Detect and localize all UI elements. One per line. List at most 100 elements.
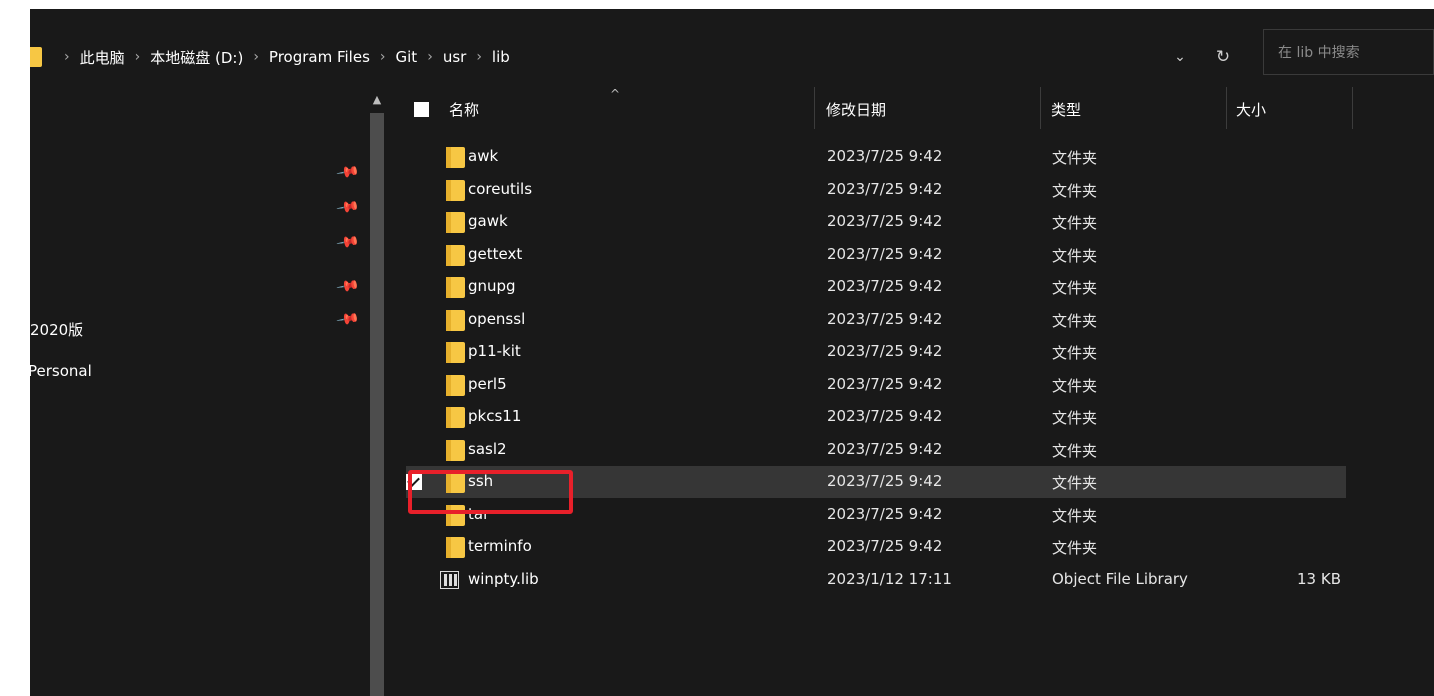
folder-icon	[446, 277, 465, 298]
chevron-down-icon[interactable]: ⌄	[1170, 49, 1190, 65]
file-date: 2023/7/25 9:42	[827, 374, 943, 393]
file-name: perl5	[468, 374, 507, 393]
file-row[interactable]: pkcs11 2023/7/25 9:42 文件夹	[406, 401, 1346, 433]
select-all-checkbox[interactable]	[414, 102, 429, 117]
breadcrumb-item[interactable]: Program Files	[269, 48, 370, 66]
pin-icon[interactable]: 📌	[336, 159, 362, 184]
column-divider[interactable]	[1226, 87, 1227, 129]
file-name: openssl	[468, 309, 526, 328]
file-date: 2023/7/25 9:42	[827, 472, 943, 490]
file-date: 2023/7/25 9:42	[827, 244, 943, 263]
red-annotation-box	[408, 470, 573, 514]
row-checkbox[interactable]	[406, 572, 422, 588]
nav-item[interactable]: 2020版	[30, 319, 83, 340]
file-name: gnupg	[468, 277, 516, 295]
file-name: winpty.lib	[468, 569, 539, 588]
pin-icon[interactable]: 📌	[336, 306, 362, 331]
file-type: 文件夹	[1052, 214, 1098, 232]
folder-icon	[446, 537, 465, 558]
file-name: p11-kit	[468, 342, 521, 360]
file-date: 2023/7/25 9:42	[827, 407, 943, 425]
file-explorer-window: › 此电脑 › 本地磁盘 (D:) › Program Files › Git …	[28, 9, 1434, 696]
address-bar[interactable]: › 此电脑 › 本地磁盘 (D:) › Program Files › Git …	[30, 9, 1434, 87]
file-type: 文件夹	[1052, 441, 1098, 460]
chevron-right-icon[interactable]: ›	[427, 49, 433, 65]
breadcrumb-item[interactable]: 此电脑	[80, 47, 125, 68]
file-row[interactable]: gnupg 2023/7/25 9:42 文件夹	[406, 271, 1346, 303]
chevron-right-icon[interactable]: ›	[64, 49, 70, 65]
folder-icon	[446, 309, 465, 331]
file-row[interactable]: gawk 2023/7/25 9:42 文件夹	[406, 206, 1346, 238]
file-name: coreutils	[468, 179, 533, 198]
file-type: 文件夹	[1052, 539, 1098, 557]
pin-icon[interactable]: 📌	[336, 229, 362, 254]
column-header-size[interactable]: 大小	[1236, 99, 1266, 120]
chevron-right-icon[interactable]: ›	[476, 49, 482, 65]
file-row[interactable]: sasl2 2023/7/25 9:42 文件夹	[406, 434, 1346, 466]
chevron-right-icon[interactable]: ›	[135, 49, 141, 65]
top-white-strip	[0, 0, 1434, 9]
nav-scrollbar[interactable]: ▲	[368, 87, 386, 696]
file-date: 2023/7/25 9:42	[827, 309, 943, 328]
breadcrumb-item[interactable]: usr	[443, 48, 467, 66]
file-name: pkcs11	[468, 407, 522, 425]
file-row[interactable]: winpty.lib 2023/1/12 17:11 Object File Lib…	[406, 564, 1346, 596]
folder-icon	[446, 439, 465, 461]
row-checkbox[interactable]	[406, 312, 422, 328]
file-type: 文件夹	[1052, 246, 1098, 265]
address-controls: ⌄ ↻	[1170, 42, 1238, 72]
row-checkbox[interactable]	[406, 182, 422, 198]
search-input[interactable]: 在 lib 中搜索	[1263, 29, 1434, 75]
nav-item[interactable]: Personal	[28, 362, 92, 380]
column-header-type[interactable]: 类型	[1051, 99, 1081, 120]
breadcrumb-item[interactable]: lib	[492, 48, 510, 66]
row-checkbox[interactable]	[406, 279, 422, 295]
file-name: awk	[468, 147, 499, 165]
folder-icon	[446, 342, 465, 363]
folder-icon	[30, 47, 42, 67]
file-date: 2023/7/25 9:42	[827, 439, 943, 458]
file-type: 文件夹	[1052, 474, 1098, 492]
row-checkbox[interactable]	[406, 409, 422, 425]
row-checkbox[interactable]	[406, 344, 422, 360]
breadcrumb-item[interactable]: 本地磁盘 (D:)	[150, 47, 243, 68]
row-checkbox[interactable]	[406, 442, 422, 458]
refresh-icon[interactable]: ↻	[1208, 47, 1238, 67]
file-date: 2023/7/25 9:42	[827, 277, 943, 295]
file-name: sasl2	[468, 439, 507, 458]
column-header-row: ^ 名称 修改日期 类型 大小	[386, 87, 1434, 131]
row-checkbox[interactable]	[406, 539, 422, 555]
column-divider[interactable]	[1352, 87, 1353, 129]
column-divider[interactable]	[814, 87, 815, 129]
chevron-right-icon[interactable]: ›	[253, 49, 259, 65]
pin-icon[interactable]: 📌	[336, 273, 362, 298]
file-row[interactable]: openssl 2023/7/25 9:42 文件夹	[406, 304, 1346, 336]
pin-icon[interactable]: 📌	[336, 194, 362, 219]
file-size: 13 KB	[1297, 569, 1341, 588]
file-row[interactable]: perl5 2023/7/25 9:42 文件夹	[406, 369, 1346, 401]
row-checkbox[interactable]	[406, 377, 422, 393]
file-row[interactable]: gettext 2023/7/25 9:42 文件夹	[406, 239, 1346, 271]
file-row[interactable]: p11-kit 2023/7/25 9:42 文件夹	[406, 336, 1346, 368]
row-checkbox[interactable]	[406, 247, 422, 263]
file-row[interactable]: coreutils 2023/7/25 9:42 文件夹	[406, 174, 1346, 206]
column-header-name[interactable]: 名称	[449, 99, 479, 120]
folder-icon	[446, 244, 465, 266]
file-row[interactable]: awk 2023/7/25 9:42 文件夹	[406, 141, 1346, 173]
column-header-date[interactable]: 修改日期	[826, 99, 886, 120]
row-checkbox[interactable]	[406, 149, 422, 165]
scrollbar-thumb[interactable]	[370, 113, 384, 696]
file-type: 文件夹	[1052, 149, 1098, 167]
file-date: 2023/7/25 9:42	[827, 537, 943, 555]
file-row[interactable]: terminfo 2023/7/25 9:42 文件夹	[406, 531, 1346, 563]
breadcrumb-item[interactable]: Git	[396, 48, 418, 66]
folder-icon	[446, 212, 465, 233]
scroll-up-icon[interactable]: ▲	[368, 91, 386, 109]
left-white-strip	[0, 0, 30, 696]
file-type: 文件夹	[1052, 409, 1098, 427]
navigation-pane[interactable]: 📌 📌 📌 📌 📌 2020版 Personal	[28, 87, 386, 696]
chevron-right-icon[interactable]: ›	[380, 49, 386, 65]
column-divider[interactable]	[1040, 87, 1041, 129]
file-name: gawk	[468, 212, 508, 230]
row-checkbox[interactable]	[406, 214, 422, 230]
